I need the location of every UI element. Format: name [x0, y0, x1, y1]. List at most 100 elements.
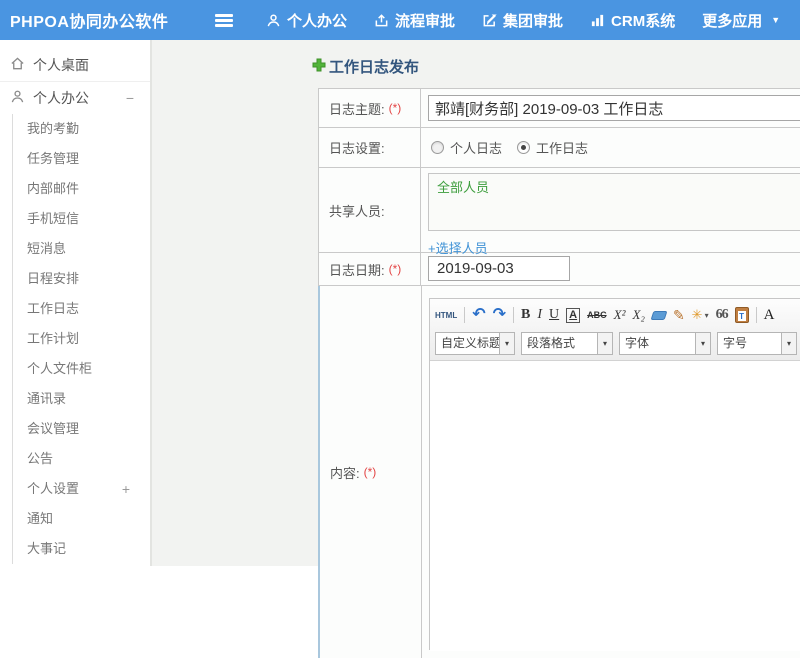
- nav-more-apps[interactable]: 更多应用 ▼: [702, 10, 780, 31]
- collapse-minus-icon[interactable]: −: [126, 90, 134, 106]
- sub-item-label: 个人设置: [27, 481, 80, 496]
- field-label: 内容:: [330, 465, 360, 481]
- date-input[interactable]: [428, 256, 570, 281]
- sub-item-label: 工作日志: [27, 301, 80, 316]
- main-content: 工作日志发布 日志主题: (*) 日志设置: 个人日志: [152, 40, 800, 658]
- nav-label: CRM系统: [611, 12, 676, 30]
- paragraph-format-dropdown[interactable]: 段落格式 ▾: [521, 331, 613, 355]
- sub-item-label: 会议管理: [27, 421, 80, 436]
- bold-button[interactable]: B: [521, 307, 530, 323]
- wand-glyph: ✳: [691, 307, 703, 322]
- sidebar-item-file-cabinet[interactable]: 个人文件柜: [13, 354, 150, 384]
- sub-item-label: 工作计划: [27, 331, 80, 346]
- clipboard-letter: T: [737, 311, 746, 321]
- caret-down-icon: ▾: [597, 332, 612, 354]
- sub-item-label: 通知: [27, 511, 54, 526]
- app-title: PHPOA协同办公软件: [10, 14, 169, 31]
- paste-clipboard-icon[interactable]: T: [734, 307, 749, 323]
- expand-plus-icon[interactable]: +: [122, 474, 130, 504]
- work-log-form: 日志主题: (*) 日志设置: 个人日志 工作日志: [318, 88, 800, 658]
- caret-down-icon: ▾: [704, 310, 709, 320]
- sidebar-item-address-book[interactable]: 通讯录: [13, 384, 150, 414]
- form-row-subject: 日志主题: (*): [318, 89, 800, 128]
- eraser-icon[interactable]: [650, 310, 668, 320]
- custom-title-dropdown[interactable]: 自定义标题 ▾: [435, 331, 515, 355]
- radio-personal-log[interactable]: 个人日志: [431, 138, 502, 157]
- radio-checked-icon: [517, 141, 531, 154]
- sidebar-item-schedule[interactable]: 日程安排: [13, 264, 150, 294]
- page-title: 工作日志发布: [312, 56, 419, 77]
- font-color-button[interactable]: A: [566, 307, 581, 323]
- sidebar-item-short-message[interactable]: 短消息: [13, 234, 150, 264]
- sidebar-item-sms[interactable]: 手机短信: [13, 204, 150, 234]
- sidebar-item-personal-desktop[interactable]: 个人桌面: [0, 48, 150, 82]
- undo-icon[interactable]: ↶: [472, 307, 485, 323]
- font-family-dropdown[interactable]: 字体 ▾: [619, 331, 711, 355]
- redo-icon[interactable]: ↷: [493, 307, 506, 323]
- sidebar-item-label: 个人桌面: [33, 56, 89, 73]
- sub-item-label: 个人文件柜: [27, 361, 93, 376]
- font-size-dropdown[interactable]: 字号 ▾: [717, 331, 797, 355]
- html-source-button[interactable]: HTML: [435, 311, 457, 320]
- autotypeset-wand-icon[interactable]: ✳ ▾: [692, 307, 709, 323]
- edit-icon: [482, 13, 497, 28]
- hamburger-menu-icon[interactable]: [215, 13, 233, 27]
- superscript-button[interactable]: X²: [614, 307, 626, 323]
- radio-icon: [431, 141, 444, 154]
- bar-chart-icon: [590, 13, 605, 28]
- underline-button[interactable]: U: [549, 307, 559, 323]
- setting-label: 日志设置:: [319, 128, 421, 167]
- sub-item-label: 手机短信: [27, 211, 80, 226]
- sidebar-submenu: 我的考勤 任务管理 内部邮件 手机短信 短消息 日程安排 工作日志 工作计划 个…: [12, 114, 150, 564]
- form-row-setting: 日志设置: 个人日志 工作日志: [318, 128, 800, 168]
- sidebar-item-meeting-management[interactable]: 会议管理: [13, 414, 150, 444]
- required-marker: (*): [363, 465, 377, 479]
- sidebar-item-task-management[interactable]: 任务管理: [13, 144, 150, 174]
- format-painter-icon[interactable]: ✎: [673, 307, 685, 324]
- field-label: 共享人员:: [329, 203, 385, 219]
- sidebar-item-notification[interactable]: 通知: [13, 504, 150, 534]
- editor-content-area[interactable]: [430, 361, 800, 651]
- sidebar-item-work-log[interactable]: 工作日志: [13, 294, 150, 324]
- form-row-share: 共享人员: 全部人员 +选择人员: [318, 168, 800, 256]
- form-row-date: 日志日期: (*): [318, 253, 800, 286]
- sidebar-item-work-plan[interactable]: 工作计划: [13, 324, 150, 354]
- toolbar-separator: [755, 307, 757, 323]
- sub-item-label: 公告: [27, 451, 54, 466]
- dropdown-label: 字体: [625, 335, 650, 350]
- sidebar-item-my-attendance[interactable]: 我的考勤: [13, 114, 150, 144]
- field-label: 日志主题:: [329, 101, 385, 117]
- strikethrough-button[interactable]: ABC: [587, 310, 607, 320]
- sub-item-label: 日程安排: [27, 271, 80, 286]
- sub-item-label: 我的考勤: [27, 121, 80, 136]
- blockquote-button[interactable]: 66: [716, 307, 729, 323]
- nav-workflow-approval[interactable]: 流程审批: [374, 10, 455, 31]
- sidebar-item-internal-mail[interactable]: 内部邮件: [13, 174, 150, 204]
- required-marker: (*): [388, 262, 402, 276]
- nav-group-approval[interactable]: 集团审批: [482, 10, 563, 31]
- sidebar-item-memorabilia[interactable]: 大事记: [13, 534, 150, 564]
- nav-crm-system[interactable]: CRM系统: [590, 10, 675, 31]
- rich-text-editor: HTML ↶ ↷ B I U A ABC X² X₂ ✎ ✳ ▾ 66 T A …: [429, 298, 800, 651]
- required-marker: (*): [388, 101, 402, 115]
- nav-personal-office[interactable]: 个人办公: [266, 10, 347, 31]
- date-label: 日志日期: (*): [319, 253, 421, 285]
- sidebar: 个人桌面 个人办公 − 我的考勤 任务管理 内部邮件 手机短信 短消息 日程安排…: [0, 40, 152, 566]
- subscript-button[interactable]: X₂: [632, 307, 644, 323]
- sidebar-item-personal-office[interactable]: 个人办公 −: [0, 82, 150, 114]
- sidebar-item-personal-settings[interactable]: 个人设置 +: [13, 474, 150, 504]
- caret-down-icon: ▾: [499, 332, 514, 354]
- sub-item-label: 短消息: [27, 241, 67, 256]
- subject-input[interactable]: [428, 95, 800, 121]
- user-icon: [10, 89, 25, 107]
- radio-work-log[interactable]: 工作日志: [517, 138, 588, 157]
- shared-people-value: 全部人员: [437, 180, 490, 195]
- sidebar-item-announcement[interactable]: 公告: [13, 444, 150, 474]
- sub-item-label: 任务管理: [27, 151, 80, 166]
- toolbar-separator: [513, 307, 515, 323]
- font-button[interactable]: A: [764, 307, 775, 324]
- form-row-content: 内容: (*) HTML ↶ ↷ B I U A ABC X² X₂ ✎ ✳ ▾…: [318, 286, 800, 658]
- content-label: 内容: (*): [320, 286, 422, 658]
- sub-item-label: 内部邮件: [27, 181, 80, 196]
- italic-button[interactable]: I: [537, 307, 542, 323]
